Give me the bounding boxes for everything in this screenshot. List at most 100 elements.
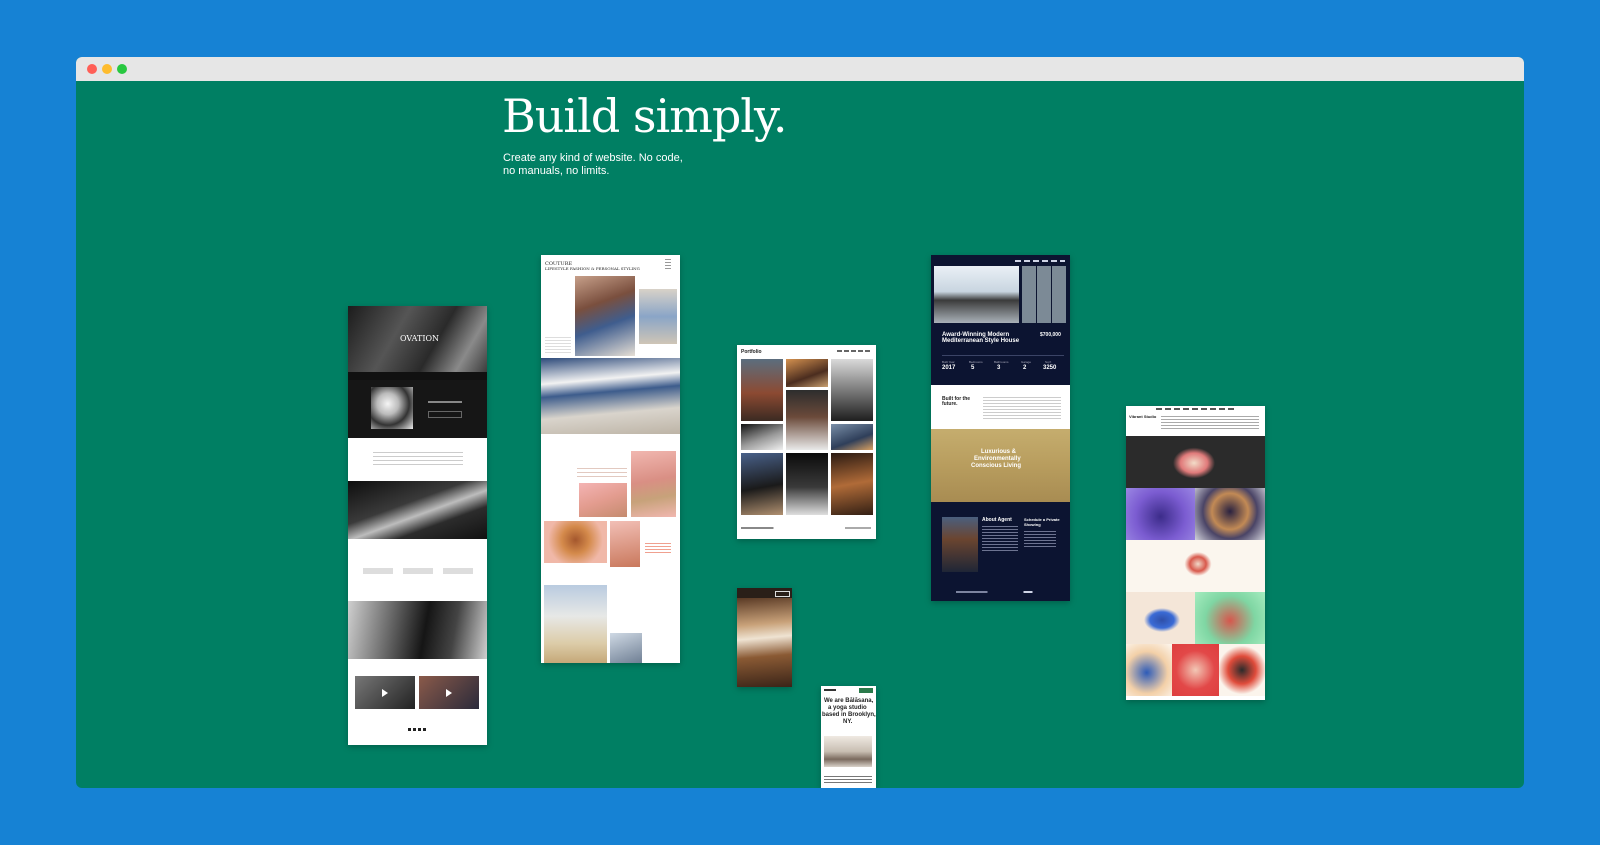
illustration-artwork-7 <box>1126 644 1172 696</box>
couture-hero-photo <box>575 276 635 356</box>
real-estate-price: $700,000 <box>1040 332 1061 338</box>
illustration-studio-name: Vibrant Studio <box>1129 414 1157 419</box>
portfolio-photo-9 <box>831 453 873 515</box>
real-estate-banner-line-2: Environmentally <box>974 456 1021 462</box>
portfolio-photo-1 <box>741 359 783 421</box>
real-estate-main-photo <box>934 266 1019 323</box>
template-thumbnail-cafe[interactable] <box>737 588 792 687</box>
real-estate-stat-label: Sq ft <box>1045 360 1052 364</box>
illustration-artwork-8 <box>1172 644 1219 696</box>
portfolio-photo-3 <box>831 359 873 421</box>
real-estate-contact-info <box>1024 529 1056 547</box>
portfolio-nav <box>837 350 871 352</box>
real-estate-stat-value: 2017 <box>942 365 956 371</box>
portfolio-logo: Portfolio <box>741 349 762 355</box>
yoga-body-text <box>824 774 872 784</box>
template-thumbnail-ovation[interactable]: OVATION <box>348 306 487 745</box>
ovation-listen-buttons <box>428 411 462 418</box>
ovation-album-cover-image <box>371 387 413 429</box>
template-thumbnail-portfolio[interactable]: Portfolio <box>737 345 876 539</box>
real-estate-stat-value: 5 <box>971 365 975 371</box>
page-canvas: Build simply. Create any kind of website… <box>76 81 1524 788</box>
illustration-artwork-3 <box>1195 488 1265 540</box>
cafe-hero-photo <box>737 598 792 687</box>
hero-subtitle-line-2: no manuals, no limits. <box>503 165 610 177</box>
couture-man-photo <box>544 585 607 663</box>
hero-title: Build simply. <box>502 89 788 143</box>
portfolio-photo-2 <box>786 359 828 387</box>
real-estate-banner-line-1: Luxurious & <box>981 449 1017 455</box>
real-estate-divider <box>942 355 1064 356</box>
yoga-headline-line-1: We are Bālāsana, <box>824 698 874 704</box>
couture-pink-photo-2 <box>579 483 627 517</box>
minimize-window-button[interactable] <box>102 64 112 74</box>
real-estate-stat-label: Garage <box>1021 360 1032 364</box>
yoga-headline-line-3: based in Brooklyn, <box>822 712 876 718</box>
couture-pink-photo-1 <box>631 451 676 517</box>
ovation-hero-image <box>348 306 487 380</box>
couture-menu[interactable] <box>665 259 671 271</box>
play-icon[interactable] <box>382 689 388 697</box>
cafe-nav-button[interactable] <box>775 591 790 597</box>
ovation-social-icons <box>408 728 428 731</box>
couture-wide-photo <box>541 358 680 434</box>
yoga-headline-line-2: a yoga studio <box>828 705 867 711</box>
real-estate-about-agent: About Agent <box>982 517 1012 523</box>
real-estate-stat-value: 3 <box>997 365 1001 371</box>
template-thumbnail-real-estate[interactable]: Award-Winning Modern Mediterranean Style… <box>931 255 1070 601</box>
template-thumbnail-illustration[interactable]: Vibrant Studio <box>1126 406 1265 700</box>
real-estate-schedule-line-2: Showing <box>1024 522 1041 527</box>
ovation-album-section <box>348 380 487 438</box>
ovation-about-text <box>373 449 463 467</box>
ovation-nav-bar <box>348 372 487 380</box>
ovation-title: OVATION <box>400 334 440 343</box>
yoga-hero-photo <box>824 736 872 767</box>
real-estate-built-line-2: future. <box>942 401 958 407</box>
close-window-button[interactable] <box>87 64 97 74</box>
hero-subtitle: Create any kind of website. No code, no … <box>503 152 703 178</box>
real-estate-nav <box>1015 260 1065 262</box>
illustration-artwork-2 <box>1126 488 1195 540</box>
portfolio-footer <box>741 527 871 529</box>
illustration-intro-text <box>1161 414 1259 430</box>
play-icon[interactable] <box>446 689 452 697</box>
real-estate-stat-label: Bathrooms <box>994 360 1009 364</box>
illustration-artwork-6 <box>1195 592 1265 644</box>
browser-window: Build simply. Create any kind of website… <box>76 57 1524 788</box>
couture-brand-tagline: LIFESTYLE FASHION & PERSONAL STYLING <box>545 266 640 271</box>
real-estate-built-text <box>983 395 1061 419</box>
yoga-cta-button[interactable] <box>859 688 873 693</box>
ovation-stage-photo <box>348 601 487 659</box>
real-estate-stat-value: 2 <box>1023 365 1027 371</box>
couture-side-photo <box>639 289 677 344</box>
real-estate-banner-line-3: Conscious Living <box>971 463 1022 469</box>
illustration-artwork-5 <box>1126 592 1195 644</box>
real-estate-stat-value: 3250 <box>1043 365 1057 371</box>
illustration-nav <box>1156 408 1236 410</box>
maximize-window-button[interactable] <box>117 64 127 74</box>
real-estate-gallery <box>1022 266 1067 323</box>
portfolio-photo-5 <box>741 424 783 450</box>
real-estate-headline-line-2: Mediterranean Style House <box>942 338 1020 344</box>
ovation-album-info <box>428 401 462 403</box>
real-estate-agent-photo <box>942 517 978 572</box>
real-estate-agent-bio <box>982 524 1018 552</box>
window-titlebar <box>76 57 1524 81</box>
couture-portrait-photo <box>544 521 607 563</box>
portfolio-photo-6 <box>831 424 873 450</box>
portfolio-photo-4 <box>786 390 828 450</box>
template-thumbnail-couture[interactable]: COUTURE LIFESTYLE FASHION & PERSONAL STY… <box>541 255 680 663</box>
hero-subtitle-line-1: Create any kind of website. No code, <box>503 152 683 164</box>
couture-text-block <box>577 465 627 479</box>
real-estate-stat-label: Bedrooms <box>969 360 983 364</box>
ovation-band-photo <box>348 481 487 539</box>
template-thumbnail-yoga[interactable]: We are Bālāsana, a yoga studio based in … <box>821 686 876 788</box>
illustration-artwork-9 <box>1219 644 1265 696</box>
real-estate-footer <box>956 591 1046 593</box>
couture-caption <box>545 335 571 355</box>
ovation-tour-dates <box>363 568 473 574</box>
portfolio-photo-8 <box>786 453 828 515</box>
yoga-logo <box>824 689 836 691</box>
portfolio-photo-7 <box>741 453 783 515</box>
illustration-artwork-4 <box>1126 540 1265 592</box>
